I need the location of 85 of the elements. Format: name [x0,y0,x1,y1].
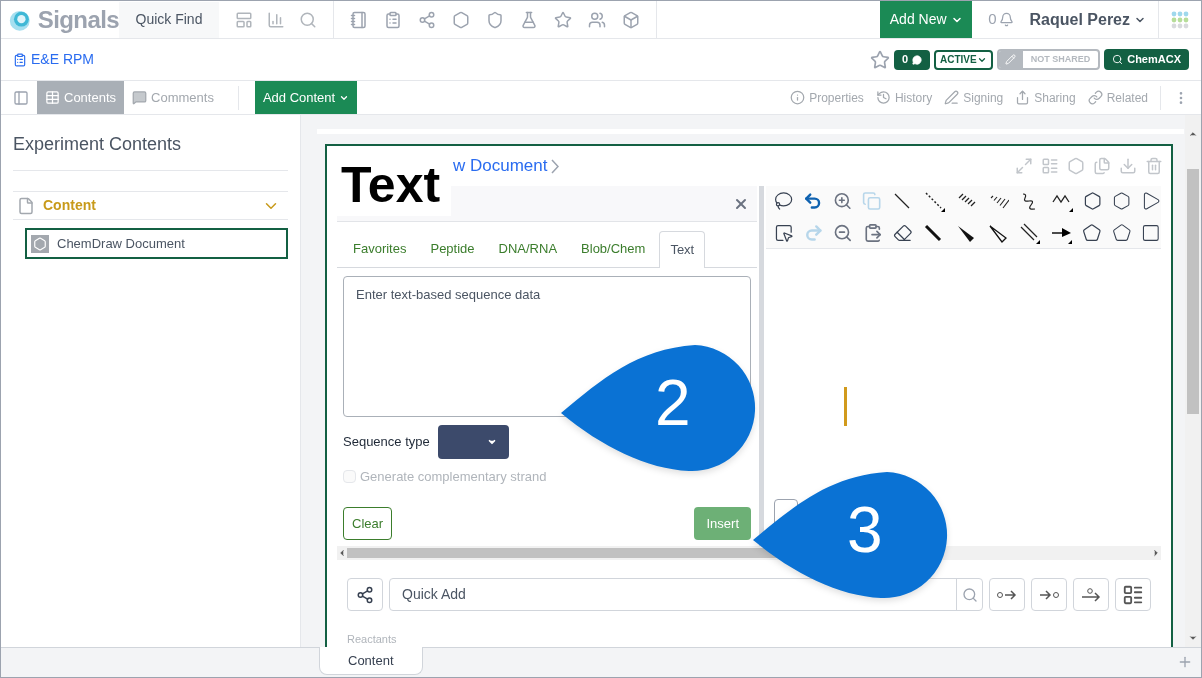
add-new-button[interactable]: Add New [880,1,973,38]
hexagon-ring-icon[interactable] [1112,190,1132,212]
user-menu[interactable]: Raquel Perez [1029,7,1146,32]
info-icon[interactable] [790,90,806,105]
select-icon[interactable] [774,222,794,244]
sheet-tab[interactable]: Content [319,647,423,675]
sequence-tab[interactable]: Favorites [343,231,417,267]
clipboard-icon[interactable] [384,10,402,29]
chemacx-button[interactable]: ChemACX [1104,49,1189,70]
caret-icon[interactable] [486,437,497,447]
scroll-right-icon[interactable] [1151,548,1161,558]
sequence-tab[interactable]: Blob/Chem [571,231,656,267]
checkbox-label: Generate complementary strand [360,468,547,486]
section-label: Reactants [347,633,398,645]
sidebar-item[interactable]: ChemDraw Document [25,228,288,259]
share-icon[interactable] [1015,90,1031,105]
brand-name: Signals [37,4,119,35]
flask-icon[interactable] [520,10,538,29]
undo-icon[interactable] [803,190,823,212]
scroll-up-icon[interactable] [1188,129,1198,139]
double-bond-icon[interactable] [1018,222,1041,244]
product-arrow-icon[interactable] [1038,588,1060,601]
signature-icon[interactable] [944,90,960,105]
sidebar-title: Experiment Contents [13,131,288,171]
benzene-ring-icon[interactable] [1083,190,1103,212]
users-icon[interactable] [588,10,606,29]
text-cursor [844,387,847,426]
search-icon[interactable] [1112,54,1124,65]
add-product-button[interactable] [1031,578,1067,611]
section-label: Content [43,196,96,215]
sequence-type-select[interactable] [437,425,509,459]
notification-count: 0 [988,9,997,30]
eraser-icon[interactable] [892,222,913,244]
hexagon-icon[interactable] [452,10,470,29]
callout-number: 3 [847,493,883,568]
scroll-left-icon[interactable] [337,548,347,558]
document-title-link[interactable]: w Document [453,153,548,179]
add-molecule-button[interactable] [347,578,383,611]
sequence-tab[interactable]: DNA/RNA [488,231,568,267]
clear-button[interactable]: Clear [343,507,393,540]
page-title: E&E RPM [31,50,94,69]
comments-icon[interactable] [132,90,148,105]
details-button[interactable] [1115,578,1151,611]
reagent-arrow-icon[interactable] [1080,587,1102,602]
quick-find-button[interactable]: Quick Find [119,1,219,38]
file-icon [17,196,35,215]
quick-add-field[interactable]: Quick Add [389,578,983,611]
quick-add-input[interactable]: Quick Add [390,584,956,605]
collapse-panel-icon[interactable] [13,89,29,106]
vertical-scrollbar[interactable] [1187,169,1199,414]
chevron-right-icon [551,158,560,174]
sequence-tab[interactable]: Peptide [420,231,485,267]
reactant-arrow-icon[interactable] [996,588,1018,601]
bell-icon[interactable] [998,12,1014,27]
cube-icon[interactable] [622,10,640,29]
square-icon[interactable] [1141,222,1161,244]
dashed-bond-icon[interactable] [923,190,946,212]
add-reagent-button[interactable] [1073,578,1109,611]
sequence-type-label: Sequence type [343,433,430,452]
lasso-icon[interactable] [774,190,794,212]
notebook-icon[interactable] [350,10,368,29]
details-icon[interactable] [1122,583,1144,606]
network-icon[interactable] [418,10,436,29]
pentagon-icon[interactable] [1111,222,1132,244]
history-icon[interactable] [875,90,891,105]
link-icon[interactable] [1087,90,1103,105]
zoom-in-icon[interactable] [832,190,852,212]
pentagon-ring-icon[interactable] [1082,222,1102,244]
zoom-out-icon[interactable] [833,222,853,244]
comment-icon[interactable] [912,54,922,65]
add-reactant-button[interactable] [989,578,1025,611]
document-icon [13,52,27,67]
molecule-icon[interactable] [356,585,374,604]
sidebar-item-label[interactable]: ChemDraw Document [57,233,185,254]
status-dropdown[interactable]: ACTIVE [934,49,993,70]
favorite-star-icon[interactable] [869,49,890,70]
document-icon [31,234,49,253]
star-icon[interactable] [554,10,572,29]
add-content-button[interactable]: Add Content [254,81,358,114]
sequence-tab[interactable]: Text [659,231,706,268]
table-icon[interactable] [45,90,60,105]
paste-icon[interactable] [862,222,883,244]
scroll-down-icon[interactable] [1188,633,1198,643]
shield-icon[interactable] [486,10,504,29]
comments-badge[interactable]: 0 [893,49,930,70]
